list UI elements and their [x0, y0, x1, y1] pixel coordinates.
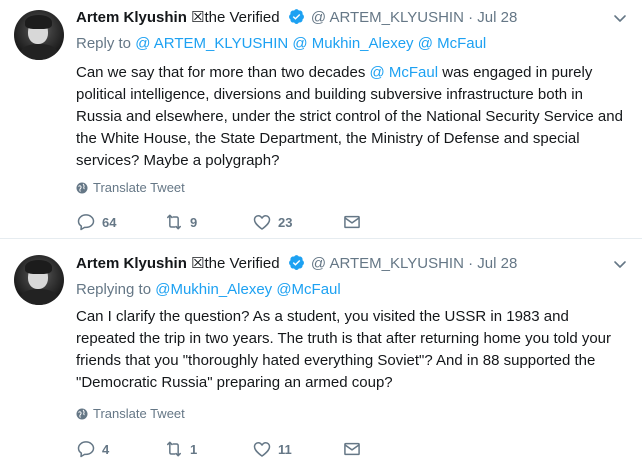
envelope-icon — [344, 215, 360, 229]
author-name[interactable]: Artem Klyushin — [76, 9, 187, 26]
direct-message-button[interactable] — [342, 212, 362, 232]
separator-dot: · — [468, 9, 474, 26]
retweet-button[interactable]: 1 — [164, 439, 197, 459]
translate-label[interactable]: Translate Tweet — [93, 406, 185, 422]
mention-link[interactable]: @ McFaul — [370, 64, 439, 81]
like-button[interactable]: 23 — [252, 212, 292, 232]
globe-icon — [76, 408, 88, 420]
reply-button[interactable]: 64 — [76, 212, 116, 232]
retweet-count: 1 — [190, 441, 198, 457]
chevron-down-icon[interactable] — [612, 10, 628, 26]
direct-message-button[interactable] — [342, 439, 362, 459]
author-name-suffix[interactable]: ☒the Verified — [191, 9, 280, 26]
verified-badge-icon — [288, 9, 304, 24]
tweet-header: Artem Klyushin ☒the Verified @ ARTEM_KLY… — [76, 8, 517, 28]
reply-icon — [77, 214, 95, 231]
like-count: 23 — [278, 214, 293, 230]
author-name[interactable]: Artem Klyushin — [76, 255, 187, 272]
chevron-down-icon[interactable] — [612, 256, 628, 272]
reply-prefix: Replying to — [76, 281, 152, 298]
reply-mentions[interactable]: @ ARTEM_KLYUSHIN @ Mukhin_Alexey @ McFau… — [135, 35, 486, 52]
reply-context: Reply to @ ARTEM_KLYUSHIN @ Mukhin_Alexe… — [76, 34, 486, 54]
like-button[interactable]: 11 — [252, 439, 292, 459]
verified-badge-icon — [288, 255, 304, 270]
author-name-suffix[interactable]: ☒the Verified — [191, 255, 280, 272]
retweet-icon — [167, 441, 181, 457]
tweet-date[interactable]: Jul 28 — [477, 255, 517, 272]
tweet-text: Can we say that for more than two decade… — [76, 62, 628, 172]
envelope-icon — [344, 442, 360, 456]
translate-tweet-link[interactable]: Translate Tweet — [76, 406, 185, 422]
reply-context: Replying to @Mukhin_Alexey @McFaul — [76, 280, 341, 300]
translate-tweet-link[interactable]: Translate Tweet — [76, 180, 185, 196]
retweet-count: 9 — [190, 214, 198, 230]
reply-icon — [77, 441, 95, 458]
heart-icon — [253, 442, 271, 457]
avatar[interactable] — [14, 255, 64, 305]
reply-prefix: Reply to — [76, 35, 132, 52]
like-count: 11 — [278, 441, 292, 457]
reply-mentions[interactable]: @Mukhin_Alexey @McFaul — [155, 281, 341, 298]
tweet-header: Artem Klyushin ☒the Verified @ ARTEM_KLY… — [76, 254, 517, 274]
reply-button[interactable]: 4 — [76, 439, 109, 459]
tweet-date[interactable]: Jul 28 — [477, 9, 517, 26]
reply-count: 64 — [102, 214, 117, 230]
retweet-icon — [167, 214, 181, 230]
tweet-text-part: Can we say that for more than two decade… — [76, 64, 370, 81]
author-handle[interactable]: @ ARTEM_KLYUSHIN — [311, 9, 464, 26]
author-handle[interactable]: @ ARTEM_KLYUSHIN — [311, 255, 464, 272]
avatar[interactable] — [14, 10, 64, 60]
globe-icon — [76, 182, 88, 194]
retweet-button[interactable]: 9 — [164, 212, 197, 232]
tweet[interactable]: Artem Klyushin ☒the Verified @ ARTEM_KLY… — [0, 0, 642, 239]
translate-label[interactable]: Translate Tweet — [93, 180, 185, 196]
tweet-text: Can I clarify the question? As a student… — [76, 308, 612, 391]
tweet[interactable]: Artem Klyushin ☒the Verified @ ARTEM_KLY… — [0, 240, 642, 469]
reply-count: 4 — [102, 441, 110, 457]
separator-dot: · — [468, 255, 474, 272]
heart-icon — [253, 215, 271, 230]
